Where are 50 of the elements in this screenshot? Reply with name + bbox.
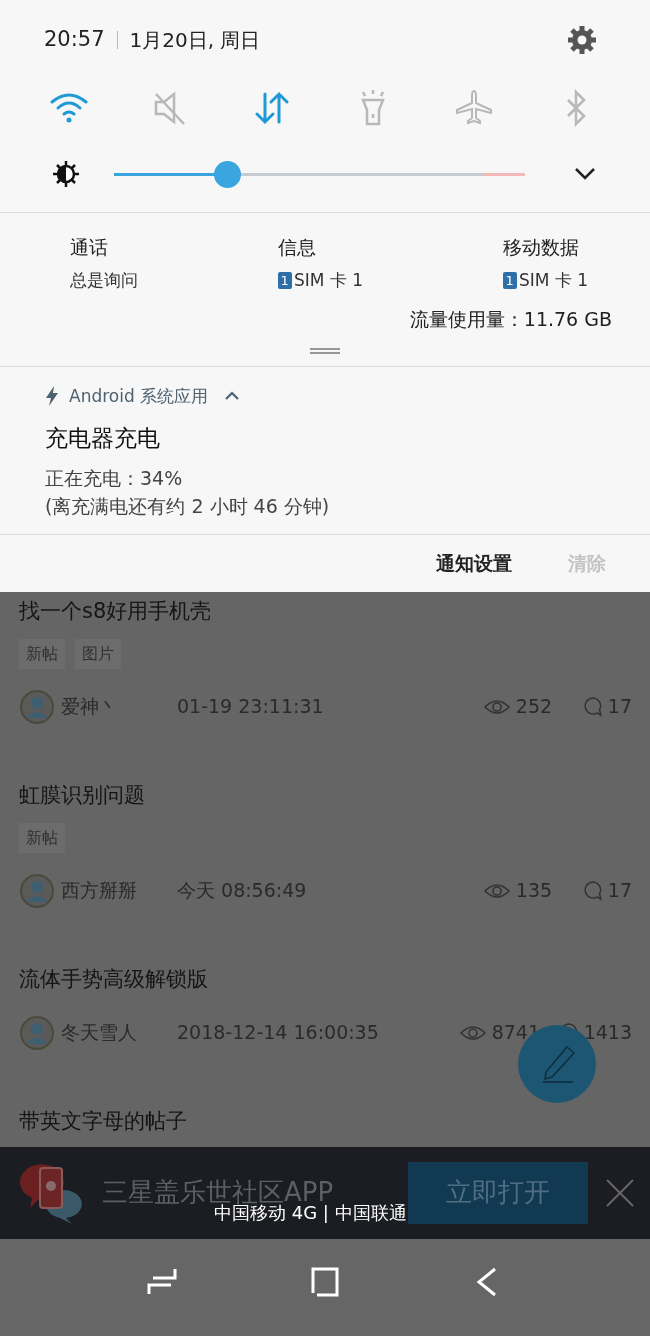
app-name: Android 系统应用 — [69, 384, 209, 408]
sim-badge: 1 — [502, 271, 517, 289]
setting-label: 移动数据 — [502, 235, 580, 260]
post-time: 2018-12-14 16:00:35 — [177, 1020, 379, 1046]
notification-text: (离充满电还有约 2 小时 46 分钟) — [45, 493, 331, 519]
post-tag: 新帖 — [19, 822, 65, 853]
clock-time: 20:57 — [44, 26, 105, 54]
notification-text: 正在充电：34% — [45, 465, 184, 491]
close-icon[interactable] — [606, 1178, 634, 1207]
lightning-icon — [45, 386, 59, 407]
avatar-icon — [19, 872, 55, 909]
brightness-slider[interactable] — [114, 160, 525, 188]
open-app-button[interactable]: 立即打开 — [408, 1161, 588, 1224]
notification-title: 充电器充电 — [45, 424, 161, 453]
author-name[interactable]: 爱神丶 — [61, 692, 171, 721]
drag-handle-icon[interactable] — [310, 347, 340, 354]
comment-icon — [583, 696, 604, 717]
author-name[interactable]: 西方掰掰 — [61, 876, 171, 905]
view-count: 135 — [515, 878, 554, 904]
date-text: 1月20日, 周日 — [129, 27, 261, 54]
home-icon[interactable] — [310, 1265, 340, 1298]
comment-count: 17 — [607, 878, 632, 904]
brightness-icon — [52, 160, 80, 188]
post-time: 01-19 23:11:31 — [177, 694, 324, 720]
view-count: 252 — [515, 694, 554, 720]
slider-thumb[interactable] — [213, 160, 241, 188]
post-tag: 图片 — [75, 638, 121, 669]
setting-value: SIM 卡 1 — [293, 268, 363, 292]
setting-label: 通话 — [70, 235, 109, 260]
post-title[interactable]: 流体手势高级解锁版 — [19, 962, 632, 995]
post-title[interactable]: 带英文字母的帖子 — [19, 1104, 632, 1137]
setting-value: SIM 卡 1 — [518, 268, 588, 292]
collapse-chevron-icon[interactable] — [224, 391, 241, 402]
settings-icon[interactable] — [566, 24, 598, 56]
sim-badge: 1 — [277, 271, 292, 289]
post-tag: 新帖 — [19, 638, 65, 669]
expand-chevron-icon[interactable] — [574, 167, 596, 181]
author-name[interactable]: 冬天雪人 — [61, 1018, 171, 1047]
avatar-icon — [19, 688, 55, 725]
comment-icon — [583, 880, 604, 901]
setting-label: 信息 — [277, 235, 317, 260]
post-time: 今天 08:56:49 — [177, 878, 307, 904]
comment-count: 1413 — [583, 1020, 632, 1046]
post-title[interactable]: 虹膜识别问题 — [19, 778, 632, 811]
notification-action[interactable]: 通知设置 — [436, 548, 512, 578]
setting-value: 总是询问 — [70, 268, 138, 292]
data-usage-text: 流量使用量：11.76 GB — [409, 307, 612, 332]
avatar-icon — [19, 1014, 55, 1051]
post-title[interactable]: 找一个s8好用手机壳 — [19, 594, 632, 627]
comment-count: 17 — [607, 694, 632, 720]
